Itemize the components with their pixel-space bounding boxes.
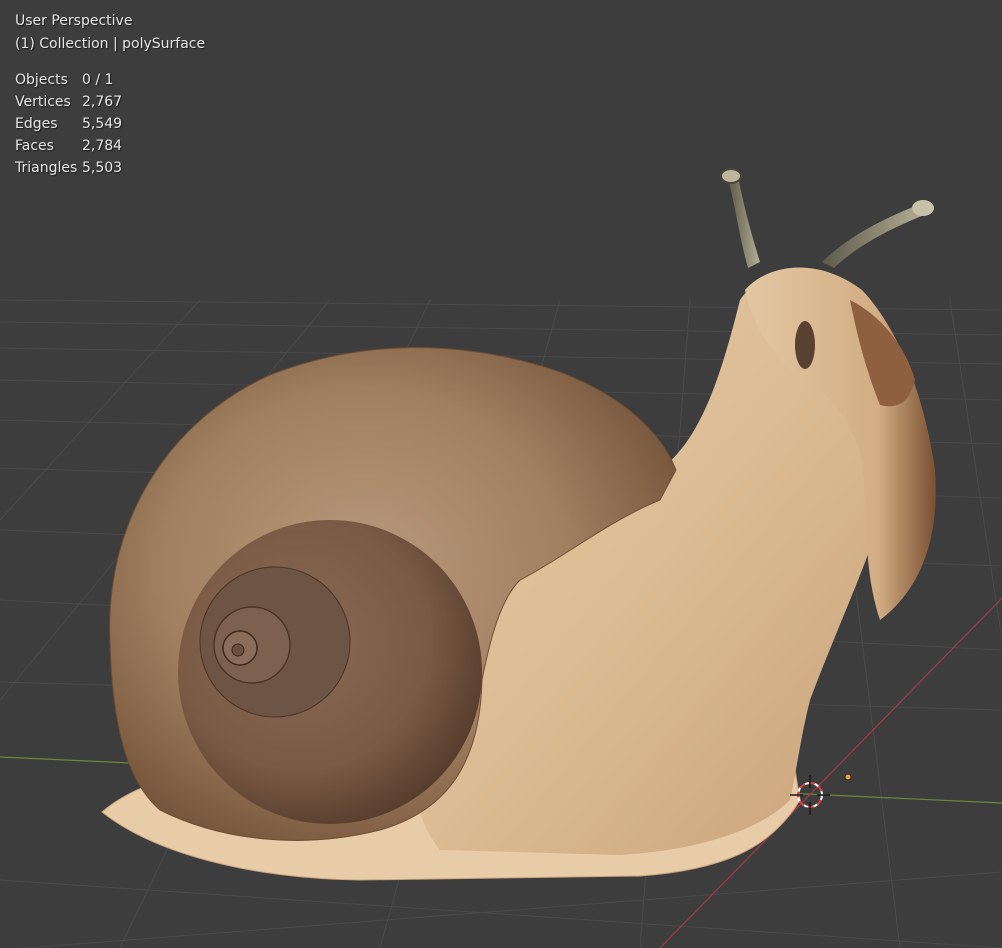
snail-shell-whorl-5 bbox=[231, 643, 245, 657]
viewport-scene[interactable] bbox=[0, 0, 1002, 948]
stat-value: 5,549 bbox=[82, 116, 123, 132]
snail-eye-socket bbox=[795, 321, 815, 369]
stat-label: Faces bbox=[15, 138, 54, 154]
stat-value: 0 / 1 bbox=[82, 72, 114, 88]
stat-label: Triangles bbox=[15, 160, 78, 176]
3d-viewport[interactable]: User Perspective (1) Collection | polySu… bbox=[0, 0, 1002, 948]
stat-label: Objects bbox=[15, 72, 68, 88]
stat-row-edges: Edges 5,549 bbox=[15, 113, 122, 135]
stat-value: 2,767 bbox=[82, 94, 123, 110]
scene-statistics: Objects 0 / 1 Vertices 2,767 Edges 5,549… bbox=[15, 69, 122, 179]
stat-row-triangles: Triangles 5,503 bbox=[15, 157, 122, 179]
snail-model[interactable] bbox=[101, 168, 936, 881]
view-name-label: User Perspective bbox=[15, 13, 133, 29]
snail-tentacle-right bbox=[822, 205, 924, 268]
collection-info-label: (1) Collection | polySurface bbox=[15, 36, 206, 52]
origin-point-icon[interactable] bbox=[844, 773, 852, 781]
stat-row-vertices: Vertices 2,767 bbox=[15, 91, 122, 113]
stat-row-faces: Faces 2,784 bbox=[15, 135, 122, 157]
stat-row-objects: Objects 0 / 1 bbox=[15, 69, 122, 91]
stat-value: 5,503 bbox=[82, 160, 123, 176]
stat-label: Vertices bbox=[15, 94, 71, 110]
stat-label: Edges bbox=[15, 116, 58, 132]
stat-value: 2,784 bbox=[82, 138, 123, 154]
snail-eye-left bbox=[720, 168, 742, 184]
snail-tentacle-left bbox=[728, 176, 760, 268]
snail-eye-right bbox=[912, 200, 934, 216]
